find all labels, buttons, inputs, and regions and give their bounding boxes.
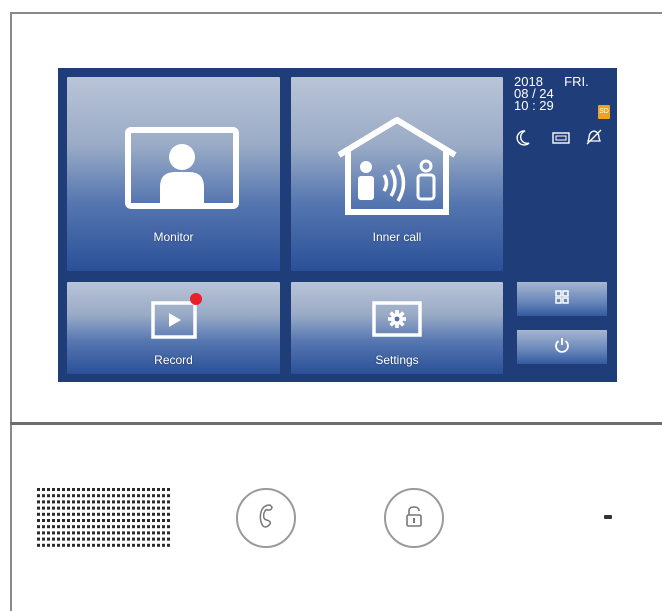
record-label: Record [154,353,193,367]
play-icon [151,299,199,344]
envelope-icon [552,132,570,146]
bell-muted-icon [586,129,602,147]
status-icons [514,128,614,148]
inner-call-tile[interactable]: Inner call [291,77,503,271]
monitor-tile[interactable]: Monitor [67,77,280,271]
inner-call-label: Inner call [372,230,422,244]
indicator-led [604,515,612,519]
monitor-person-icon [125,127,239,214]
moon-icon [516,130,530,148]
notification-dot [190,293,202,305]
touch-screen: Monitor Inner call Record Settings 2018 … [58,68,617,382]
grid-icon [555,289,569,309]
weekday-text: FRI. [564,74,589,89]
handset-icon [254,502,278,535]
unlock-icon [404,505,424,532]
gear-icon [371,301,423,342]
call-button[interactable] [236,488,296,548]
power-icon [554,337,570,358]
record-tile[interactable]: Record [67,282,280,374]
settings-label: Settings [375,353,419,367]
house-intercom-icon [334,115,460,220]
status-panel: 2018 FRI. 08 / 24 10 : 29 SD [514,74,614,146]
power-button[interactable] [517,330,607,364]
unlock-button[interactable] [384,488,444,548]
settings-tile[interactable]: Settings [291,282,503,374]
grid-button[interactable] [517,282,607,316]
speaker-grille [37,488,172,550]
monitor-label: Monitor [153,230,194,244]
device-divider [10,422,662,425]
sd-card-icon: SD [598,105,610,119]
